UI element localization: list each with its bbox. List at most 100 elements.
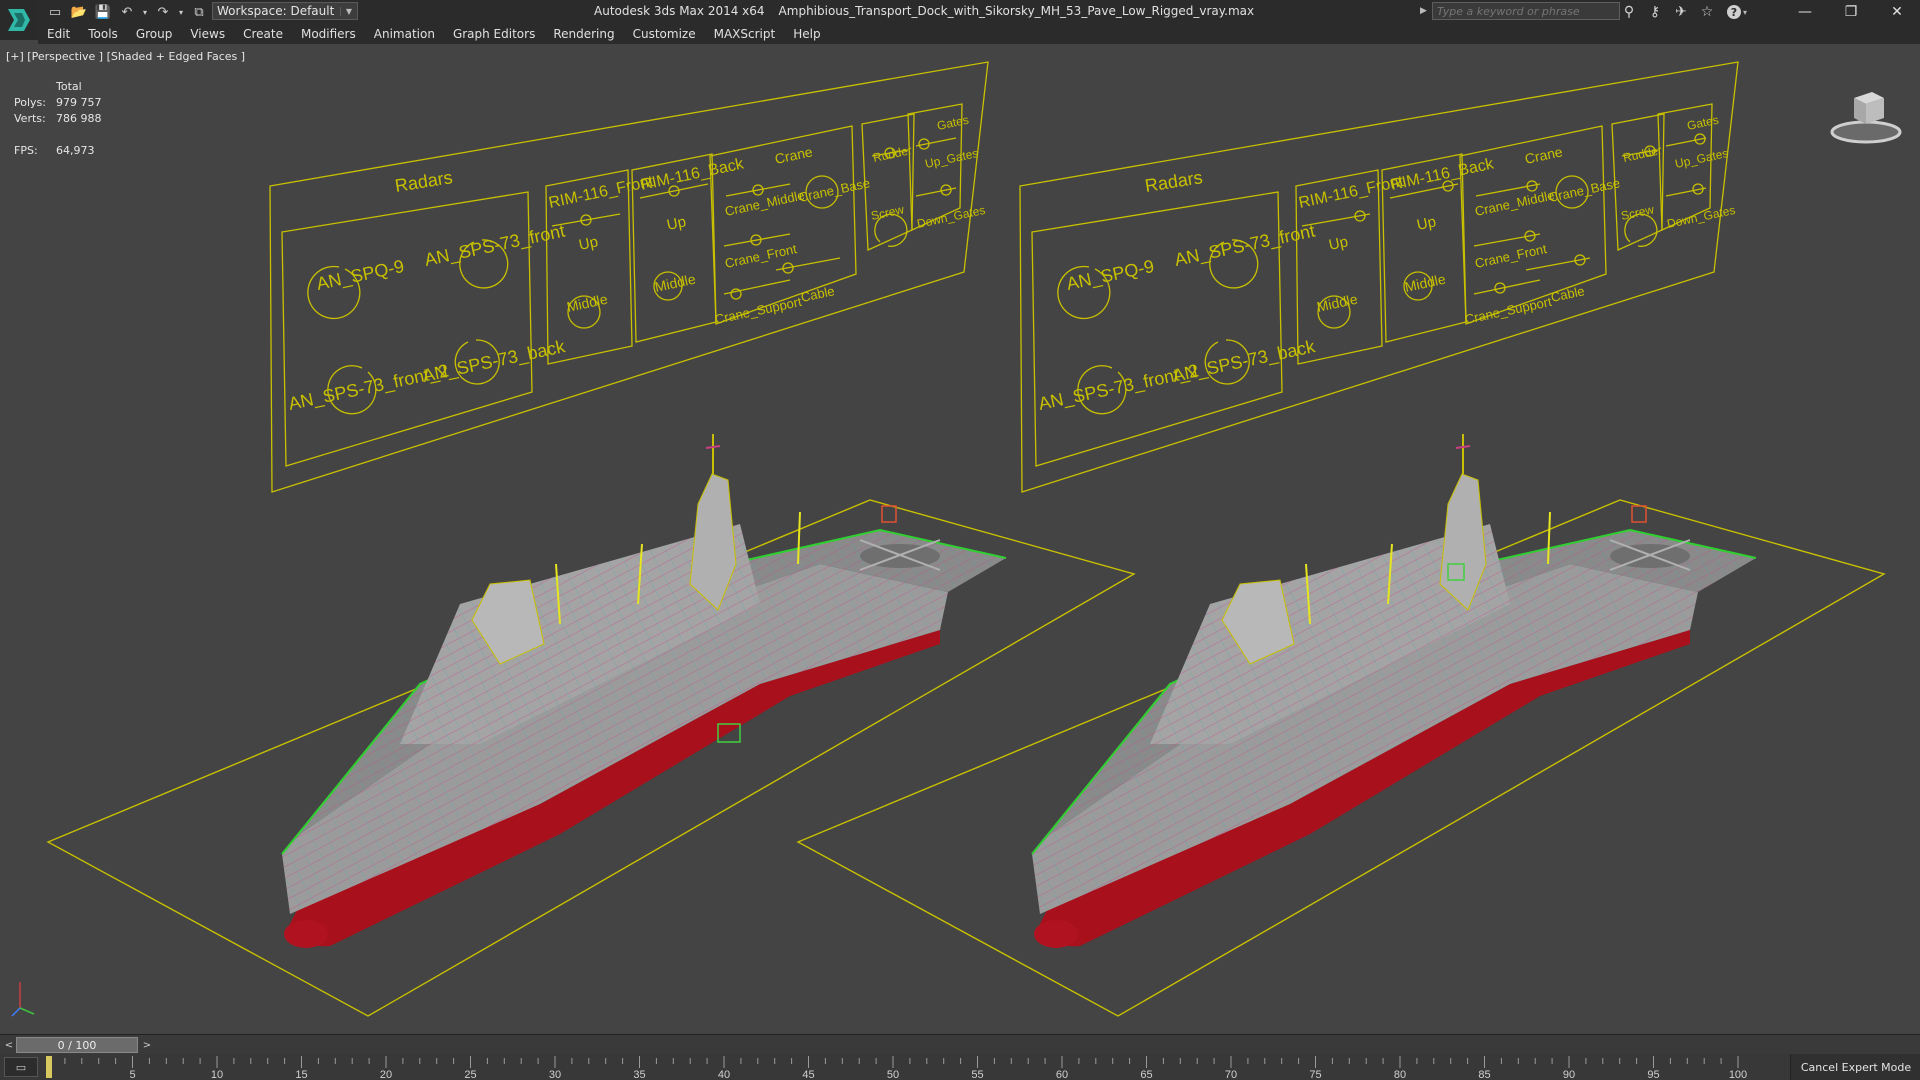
panel-crane-middle: Crane_Middle — [724, 187, 806, 219]
menu-customize[interactable]: Customize — [624, 27, 705, 41]
panel-crane-support: Crane_Support — [714, 294, 804, 327]
menu-create[interactable]: Create — [234, 27, 292, 41]
time-cursor[interactable] — [46, 1056, 52, 1078]
ruler-tick-label: 65 — [1140, 1069, 1152, 1080]
panel-rim-front-up: Up — [577, 233, 599, 254]
application-button[interactable] — [0, 0, 38, 40]
panel-radar-1: AN_SPQ-9 — [1065, 256, 1156, 295]
amphibious-ship-right[interactable] — [1031, 434, 1757, 948]
menu-rendering[interactable]: Rendering — [544, 27, 623, 41]
ruler-tick-label: 80 — [1394, 1069, 1406, 1080]
panel-cable: Cable — [800, 283, 836, 305]
menu-group[interactable]: Group — [127, 27, 182, 41]
left-ship-group: Radars AN_SPQ-9 AN_SPS-73_front AN_SPS-7… — [46, 61, 1136, 1017]
panel-down-gates: Down_Gates — [916, 203, 987, 231]
communication-icon[interactable]: ✈ — [1670, 2, 1692, 22]
undo-dropdown-icon[interactable]: ▾ — [140, 2, 150, 22]
panel-crane-middle: Crane_Middle — [1474, 187, 1556, 219]
menu-edit[interactable]: Edit — [38, 27, 79, 41]
help-icon: ? — [1726, 5, 1741, 19]
panel-radars-title: Radars — [393, 167, 453, 196]
time-slider[interactable]: 0 / 100 — [16, 1037, 138, 1053]
panel-radar-4: AN_SPS-73_back — [1171, 336, 1318, 387]
menu-tools[interactable]: Tools — [79, 27, 127, 41]
new-file-icon[interactable]: ▭ — [44, 2, 66, 22]
infocenter-search: ▶ — [1420, 2, 1620, 20]
rig-panel-labels: Radars AN_SPQ-9 AN_SPS-73_front AN_SPS-7… — [1037, 113, 1737, 415]
axis-tripod — [11, 982, 35, 1017]
panel-rim-front-middle: Middle — [565, 291, 609, 315]
save-file-icon[interactable]: 💾 — [92, 2, 114, 22]
ruler-tick-label: 10 — [211, 1069, 223, 1080]
panel-crane-title: Crane — [773, 143, 814, 167]
mini-curve-editor-icon[interactable]: ▭ — [4, 1057, 38, 1077]
panel-radar-4: AN_SPS-73_back — [421, 336, 568, 387]
panel-gates-title: Gates — [1686, 113, 1720, 133]
panel-up-gates: Up_Gates — [1674, 146, 1730, 171]
ruler-tick-label: 70 — [1225, 1069, 1237, 1080]
workspace-dropdown[interactable]: Workspace: Default ▼ — [212, 2, 358, 20]
ruler-tick-label: 35 — [633, 1069, 645, 1080]
panel-rim-back: RIM-116_Back — [639, 155, 746, 194]
panel-rim-front-middle: Middle — [1315, 291, 1359, 315]
menu-modifiers[interactable]: Modifiers — [292, 27, 365, 41]
menu-animation[interactable]: Animation — [365, 27, 444, 41]
file-name: Amphibious_Transport_Dock_with_Sikorsky_… — [778, 4, 1255, 18]
search-input[interactable] — [1432, 2, 1620, 20]
close-button[interactable]: ✕ — [1874, 0, 1920, 24]
panel-crane-title: Crane — [1523, 143, 1564, 167]
panel-rudder: Rudder — [1622, 143, 1663, 165]
ruler-tick-label: 60 — [1056, 1069, 1068, 1080]
expand-search-icon[interactable]: ▶ — [1420, 2, 1430, 20]
ruler-tick-label: 90 — [1563, 1069, 1575, 1080]
panel-crane-support: Crane_Support — [1464, 294, 1554, 327]
menu-graph-editors[interactable]: Graph Editors — [444, 27, 544, 41]
panel-crane-front: Crane_Front — [1474, 241, 1549, 271]
ruler-tick-label: 25 — [464, 1069, 476, 1080]
panel-screw: Screw — [1620, 202, 1656, 223]
app-name: Autodesk 3ds Max 2014 x64 — [594, 4, 765, 18]
panel-radars-title: Radars — [1143, 167, 1203, 196]
menu-views[interactable]: Views — [181, 27, 234, 41]
panel-up-gates: Up_Gates — [924, 146, 980, 171]
favorites-star-icon[interactable]: ☆ — [1696, 2, 1718, 22]
track-ruler[interactable]: 5 10 15 20 25 30 35 40 45 50 55 60 65 70 75 80 85 90 95 100 — [46, 1054, 1786, 1080]
previous-frame-icon[interactable]: < — [2, 1037, 16, 1053]
help-button[interactable]: ? ▾ — [1722, 2, 1752, 22]
track-bar[interactable]: ▭ 5 10 15 20 25 30 35 40 45 50 55 60 65 70 75 80 85 90 95 1… — [0, 1054, 1920, 1080]
right-ship-group: Radars AN_SPQ-9 AN_SPS-73_front AN_SPS-7… — [796, 61, 1886, 1017]
panel-radar-2: AN_SPS-73_front — [1173, 221, 1317, 271]
viewcube[interactable] — [1826, 80, 1906, 150]
ruler-tick-label: 50 — [887, 1069, 899, 1080]
menu-maxscript[interactable]: MAXScript — [705, 27, 785, 41]
panel-rim-back: RIM-116_Back — [1389, 155, 1496, 194]
next-frame-icon[interactable]: > — [140, 1037, 154, 1053]
redo-icon[interactable]: ↷ — [152, 2, 174, 22]
undo-icon[interactable]: ↶ — [116, 2, 138, 22]
panel-screw: Screw — [870, 202, 906, 223]
subscription-icon[interactable]: ⚷ — [1644, 2, 1666, 22]
minimize-button[interactable]: — — [1782, 0, 1828, 24]
panel-rudder: Rudder — [872, 143, 913, 165]
open-file-icon[interactable]: 📂 — [68, 2, 90, 22]
cancel-expert-mode-button[interactable]: Cancel Expert Mode — [1790, 1054, 1920, 1080]
amphibious-ship-left[interactable] — [281, 434, 1007, 948]
workspace-label: Workspace: Default — [217, 4, 335, 18]
infocenter-icons: ⚲ ⚷ ✈ ☆ — [1618, 2, 1718, 22]
restore-button[interactable]: ❐ — [1828, 0, 1874, 24]
project-folder-icon[interactable]: ⧉ — [188, 2, 210, 22]
binoculars-icon[interactable]: ⚲ — [1618, 2, 1640, 22]
panel-radar-1: AN_SPQ-9 — [315, 256, 406, 295]
chevron-down-icon: ▾ — [1742, 7, 1747, 17]
panel-rim-back-up: Up — [1415, 213, 1437, 234]
chevron-down-icon: ▼ — [340, 6, 357, 16]
panel-rim-back-up: Up — [665, 213, 687, 234]
time-slider-bar: < 0 / 100 > — [0, 1034, 1920, 1055]
perspective-viewport[interactable]: [+] [Perspective ] [Shaded + Edged Faces… — [0, 44, 1920, 1034]
ruler-tick-label: 75 — [1309, 1069, 1321, 1080]
menu-help[interactable]: Help — [784, 27, 829, 41]
ruler-tick-label: 30 — [549, 1069, 561, 1080]
scene-canvas: Radars AN_SPQ-9 AN_SPS-73_front AN_SPS-7… — [11, 61, 1886, 1017]
ruler-ticks: 5 10 15 20 25 30 35 40 45 50 55 60 65 70 75 80 85 90 95 100 — [47, 1056, 1747, 1080]
redo-dropdown-icon[interactable]: ▾ — [176, 2, 186, 22]
